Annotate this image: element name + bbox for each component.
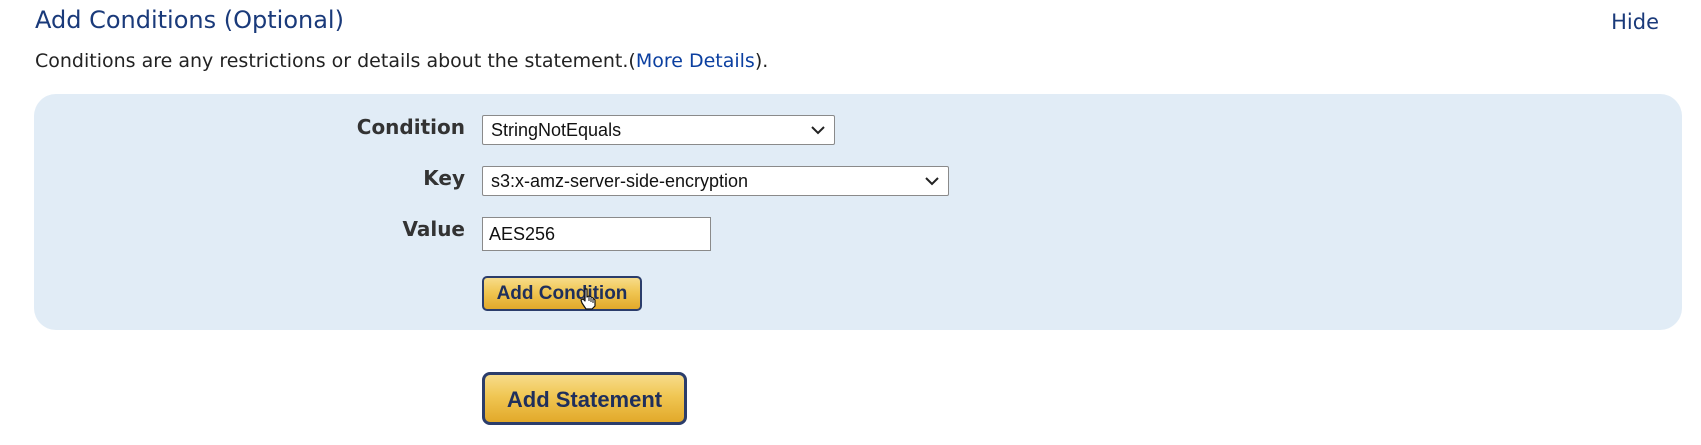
description-suffix: ). (754, 50, 769, 72)
key-select-value: s3:x-amz-server-side-encryption (491, 171, 749, 191)
condition-select[interactable]: StringNotEquals (482, 115, 835, 145)
condition-label: Condition (356, 115, 465, 139)
section-description: Conditions are any restrictions or detai… (35, 50, 768, 72)
hand-pointer-icon (580, 288, 596, 310)
hide-link[interactable]: Hide (1611, 10, 1659, 34)
description-text: Conditions are any restrictions or detai… (35, 50, 636, 72)
add-condition-button[interactable]: Add Condition (482, 276, 642, 311)
chevron-down-icon (925, 177, 939, 186)
section-title: Add Conditions (Optional) (35, 6, 344, 34)
value-input[interactable]: AES256 (482, 217, 711, 251)
key-select[interactable]: s3:x-amz-server-side-encryption (482, 166, 949, 196)
key-label: Key (423, 166, 465, 190)
chevron-down-icon (811, 126, 825, 135)
value-label: Value (402, 217, 465, 241)
condition-select-value: StringNotEquals (491, 120, 622, 140)
add-statement-button[interactable]: Add Statement (482, 372, 687, 425)
more-details-link[interactable]: More Details (636, 50, 755, 72)
